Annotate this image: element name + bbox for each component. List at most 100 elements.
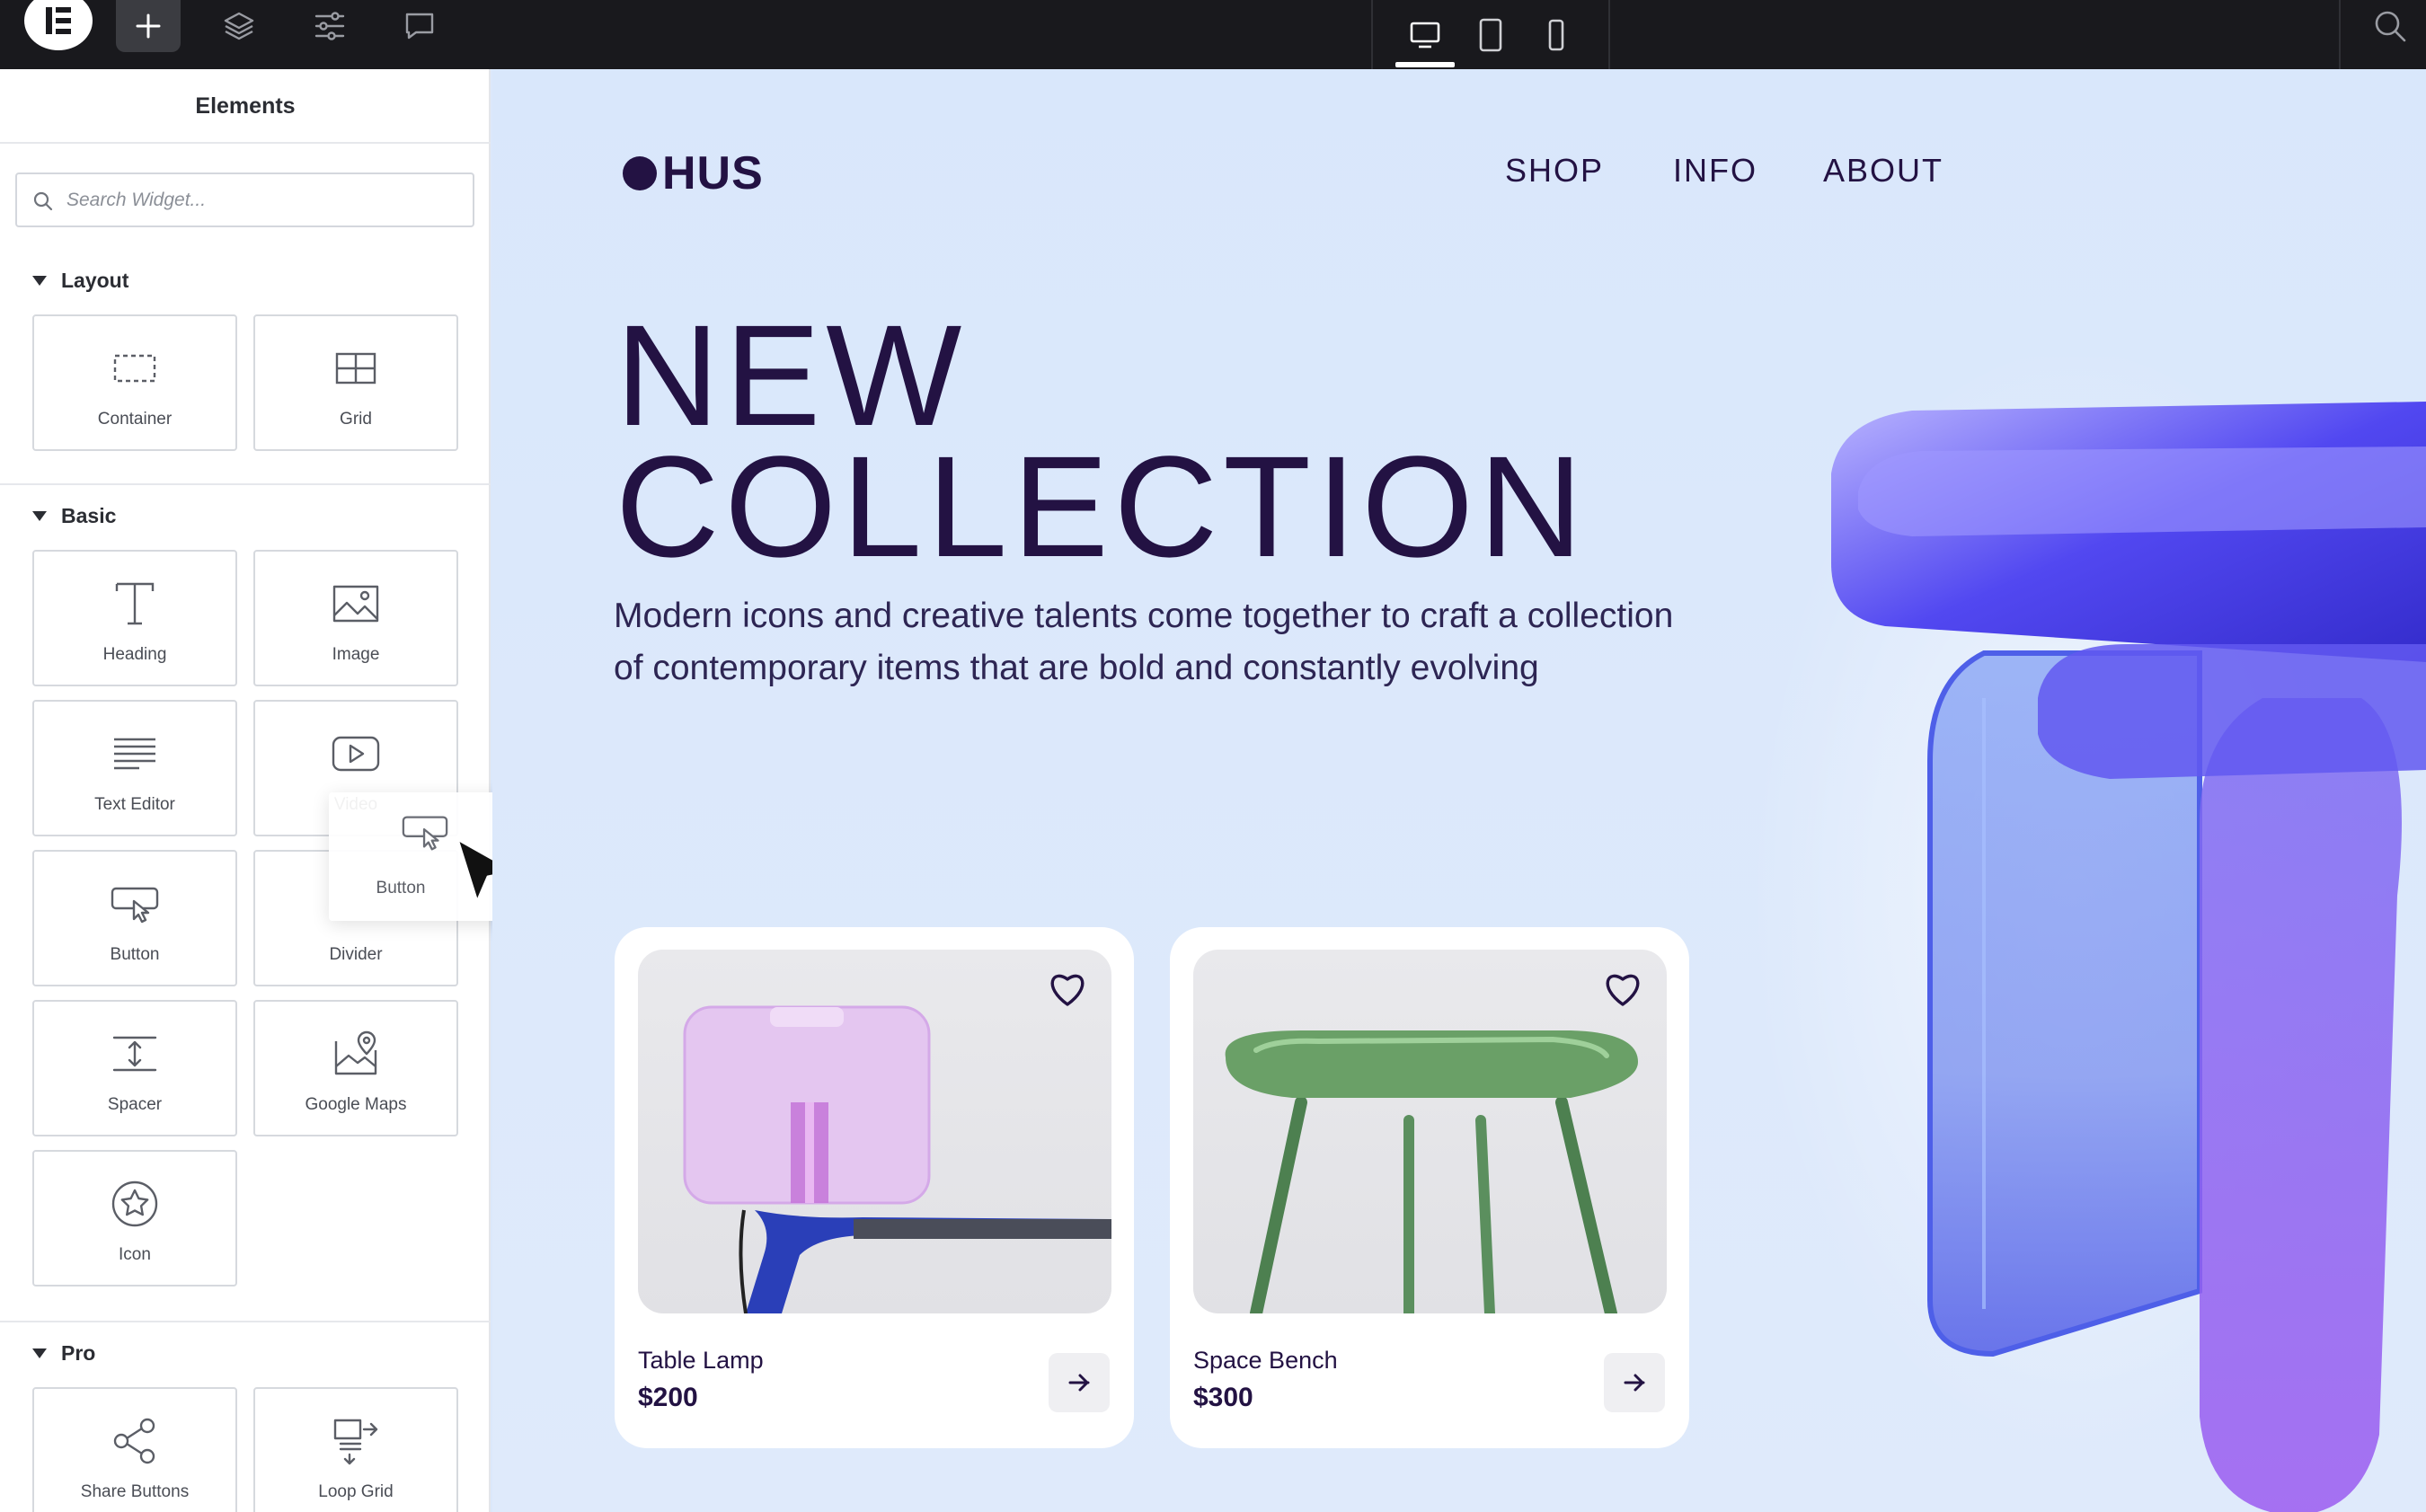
heading-icon <box>34 577 235 631</box>
elementor-logo-icon[interactable] <box>24 0 93 50</box>
hero-title-line: COLLECTION <box>615 426 1589 587</box>
tablet-view-button[interactable] <box>1459 0 1522 69</box>
layers-icon <box>224 12 254 40</box>
container-icon <box>34 341 235 395</box>
widget-text-editor[interactable]: Text Editor <box>32 700 237 836</box>
finder-button[interactable] <box>2363 0 2417 52</box>
add-icon <box>136 13 161 39</box>
product-image <box>1193 950 1667 1313</box>
tablet-icon <box>1479 18 1502 51</box>
caret-down-icon <box>32 1348 47 1358</box>
product-card[interactable]: Table Lamp $200 <box>615 927 1134 1448</box>
section-layout-toggle[interactable]: Layout <box>32 265 128 296</box>
section-label: Basic <box>61 503 117 527</box>
widget-label: Button <box>376 879 426 897</box>
widget-button[interactable]: Button <box>32 850 237 986</box>
brand-name: HUS <box>662 147 764 199</box>
section-divider <box>0 1321 491 1322</box>
heart-icon[interactable] <box>1601 968 1644 1008</box>
section-label: Pro <box>61 1340 96 1365</box>
star-icon <box>34 1177 235 1231</box>
mobile-icon <box>1548 19 1564 50</box>
map-pin-icon <box>255 1027 456 1081</box>
button-icon <box>401 812 449 856</box>
product-price: $300 <box>1193 1383 1253 1412</box>
active-device-indicator <box>1395 62 1455 67</box>
product-link-button[interactable] <box>1604 1353 1665 1412</box>
nav-info[interactable]: INFO <box>1673 152 1758 190</box>
notes-button[interactable] <box>388 0 451 52</box>
page-canvas[interactable]: HUS SHOP INFO ABOUT NEW COLLECTION Moder… <box>492 69 2426 1512</box>
divider <box>2339 0 2341 69</box>
product-image <box>638 950 1111 1313</box>
widget-label: Spacer <box>107 1095 163 1114</box>
share-icon <box>34 1414 235 1468</box>
loop-grid-icon <box>255 1414 456 1468</box>
widget-label: Heading <box>102 645 167 664</box>
arrow-right-icon <box>1624 1374 1645 1392</box>
heart-icon[interactable] <box>1046 968 1089 1008</box>
widget-container[interactable]: Container <box>32 314 237 451</box>
product-name: Table Lamp <box>638 1347 764 1374</box>
product-name: Space Bench <box>1193 1347 1338 1374</box>
widget-icon[interactable]: Icon <box>32 1150 237 1287</box>
site-settings-button[interactable] <box>298 0 361 52</box>
widget-loop-grid[interactable]: Loop Grid <box>253 1387 458 1512</box>
widget-label: Button <box>110 945 160 964</box>
button-icon <box>34 877 235 931</box>
section-label: Layout <box>61 268 129 292</box>
nav-shop[interactable]: SHOP <box>1505 152 1604 190</box>
structure-button[interactable] <box>208 0 270 52</box>
divider <box>1608 0 1610 69</box>
widget-image[interactable]: Image <box>253 550 458 686</box>
site-logo[interactable]: HUS <box>623 146 764 200</box>
panel-title: Elements <box>0 69 491 144</box>
hero-subtitle-line: of contemporary items that are bold and … <box>614 649 1539 687</box>
widget-heading[interactable]: Heading <box>32 550 237 686</box>
video-icon <box>255 727 456 781</box>
section-basic-toggle[interactable]: Basic <box>32 500 116 531</box>
space-bench-image <box>1225 1030 1638 1313</box>
product-link-button[interactable] <box>1049 1353 1110 1412</box>
widget-label: Text Editor <box>94 795 175 814</box>
widget-label: Container <box>97 410 173 429</box>
widget-share-buttons[interactable]: Share Buttons <box>32 1387 237 1512</box>
section-divider <box>0 483 491 485</box>
logo-dot-icon <box>623 156 657 190</box>
search-widget-field[interactable] <box>15 172 474 227</box>
grid-icon <box>255 341 456 395</box>
search-icon <box>2375 11 2406 42</box>
hero-title-line: NEW <box>615 295 968 455</box>
glass-bench-image <box>1750 357 2426 1512</box>
search-icon <box>33 191 53 211</box>
product-price: $200 <box>638 1383 698 1412</box>
desktop-view-button[interactable] <box>1394 0 1456 69</box>
widget-label: Divider <box>329 945 383 964</box>
widget-spacer[interactable]: Spacer <box>32 1000 237 1136</box>
hero-subtitle: Modern icons and creative talents come t… <box>614 590 1782 694</box>
arrow-right-icon <box>1068 1374 1090 1392</box>
hero-title: NEW COLLECTION <box>615 295 1589 587</box>
widget-google-maps[interactable]: Google Maps <box>253 1000 458 1136</box>
image-icon <box>255 577 456 631</box>
nav-about[interactable]: ABOUT <box>1823 152 1943 190</box>
mobile-view-button[interactable] <box>1525 0 1588 69</box>
divider <box>1371 0 1373 69</box>
desktop-icon <box>1410 22 1440 48</box>
elements-panel: Elements Layout Container Grid Basic Hea… <box>0 69 491 1512</box>
product-card[interactable]: Space Bench $300 <box>1170 927 1689 1448</box>
hero-subtitle-line: Modern icons and creative talents come t… <box>614 597 1674 635</box>
caret-down-icon <box>32 275 47 286</box>
table-lamp-image <box>683 1005 1111 1313</box>
widget-label: Loop Grid <box>318 1482 394 1501</box>
spacer-icon <box>34 1027 235 1081</box>
widget-label: Image <box>332 645 380 664</box>
settings-sliders-icon <box>314 12 345 40</box>
add-element-button[interactable] <box>116 0 181 52</box>
widget-label: Grid <box>340 410 372 429</box>
widget-grid[interactable]: Grid <box>253 314 458 451</box>
section-pro-toggle[interactable]: Pro <box>32 1338 95 1368</box>
widget-label: Icon <box>119 1245 151 1264</box>
search-input[interactable] <box>66 185 453 216</box>
comment-icon <box>405 13 434 40</box>
